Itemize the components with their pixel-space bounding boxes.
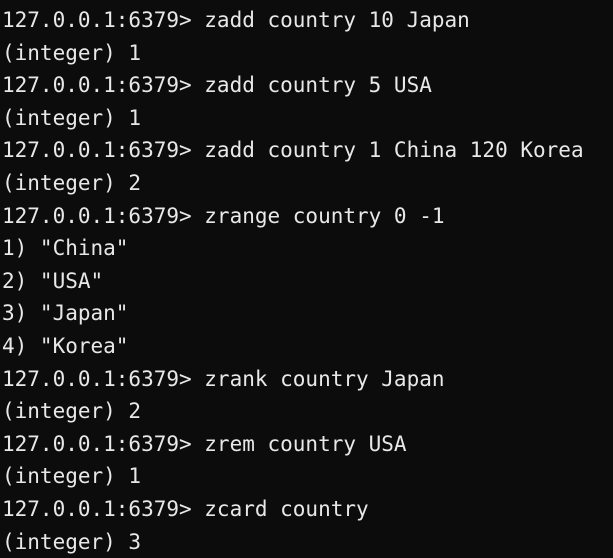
terminal-line-output: 2) "USA" <box>2 268 104 293</box>
terminal-line-command: 127.0.0.1:6379> zrem country USA <box>2 431 407 456</box>
terminal-line-output: (integer) 2 <box>2 170 142 195</box>
terminal-window[interactable]: 127.0.0.1:6379> zadd country 10 Japan (i… <box>0 0 613 558</box>
terminal-line-output: 4) "Korea" <box>2 333 129 358</box>
terminal-line-command: 127.0.0.1:6379> zrank country Japan <box>2 366 445 391</box>
terminal-line-output: (integer) 1 <box>2 105 142 130</box>
terminal-line-command: 127.0.0.1:6379> zadd country 1 China 120… <box>2 138 584 163</box>
terminal-line-output: (integer) 1 <box>2 464 142 489</box>
terminal-line-output: (integer) 2 <box>2 399 142 424</box>
terminal-line-command: 127.0.0.1:6379> zadd country 5 USA <box>2 73 432 98</box>
terminal-line-command: 127.0.0.1:6379> zadd country 10 Japan <box>2 8 470 32</box>
terminal-line-command: 127.0.0.1:6379> zrange country 0 -1 <box>2 203 445 228</box>
terminal-line-output: 3) "Japan" <box>2 301 129 326</box>
terminal-line-output: (integer) 1 <box>2 40 142 65</box>
terminal-line-output: 1) "China" <box>2 236 129 261</box>
terminal-line-output: (integer) 3 <box>2 529 142 554</box>
terminal-line-command: 127.0.0.1:6379> zcard country <box>2 496 369 521</box>
